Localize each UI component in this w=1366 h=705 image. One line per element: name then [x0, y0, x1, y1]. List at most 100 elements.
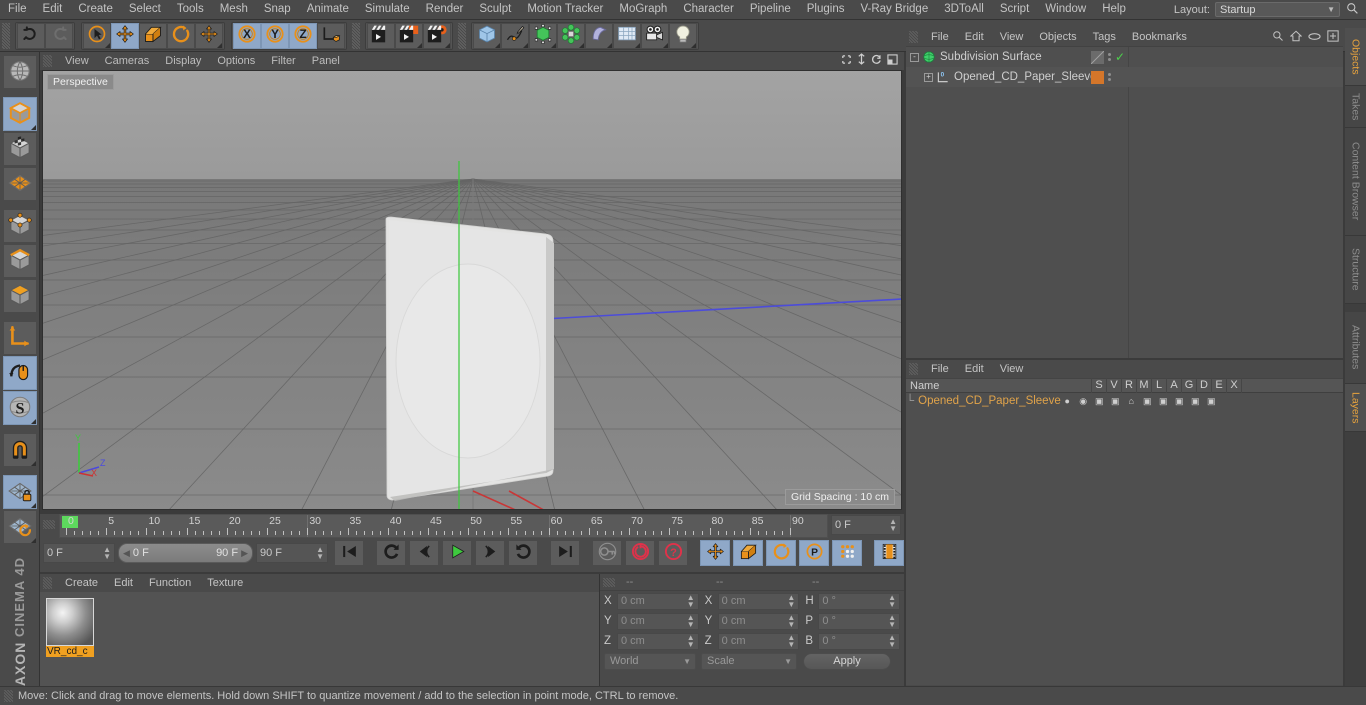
size-x-input[interactable]: 0 cm ▲ ▼	[717, 592, 800, 610]
viewport-menu-items[interactable]: View Cameras Display Options Filter Panel	[57, 52, 348, 70]
spinner-icon[interactable]: ▲ ▼	[687, 594, 695, 609]
points-mode-button[interactable]	[2, 209, 37, 243]
spinner-icon[interactable]: ▲ ▼	[103, 546, 111, 561]
expression-icon[interactable]: ▣	[1189, 396, 1202, 407]
rotation-p-input[interactable]: 0 ° ▲ ▼	[818, 612, 901, 630]
menu-item-animate[interactable]: Animate	[299, 3, 357, 16]
viewport-menu-options[interactable]: Options	[209, 55, 263, 67]
menu-item-snap[interactable]: Snap	[256, 3, 299, 16]
apply-button[interactable]: Apply	[803, 652, 891, 670]
rotate-view-icon[interactable]	[871, 54, 882, 67]
menu-item-plugins[interactable]: Plugins	[799, 3, 853, 16]
add-light-button[interactable]	[669, 22, 697, 49]
xpresso-icon[interactable]: ▣	[1205, 396, 1218, 407]
add-deformer-button[interactable]	[585, 22, 613, 49]
range-left-arrow-icon[interactable]: ◀	[123, 548, 130, 559]
object-name[interactable]: Opened_CD_Paper_Sleeve	[954, 71, 1097, 83]
viewport-3d[interactable]: Perspective Grid Spacing : 10 cm Y Z X	[42, 70, 902, 510]
render-to-picture-viewer-button[interactable]	[395, 22, 423, 49]
max-frame-field[interactable]: 90 F ▲ ▼	[256, 543, 328, 563]
current-frame-field[interactable]: 0 F ▲ ▼	[43, 543, 115, 563]
size-z-input[interactable]: 0 cm ▲ ▼	[717, 632, 800, 650]
undo-button[interactable]	[17, 22, 45, 49]
step-back-button[interactable]	[409, 540, 439, 566]
play-button[interactable]	[442, 540, 472, 566]
viewport-grip[interactable]	[43, 55, 52, 67]
layer-column-s[interactable]: S	[1092, 378, 1107, 393]
go-to-start-button[interactable]	[334, 540, 364, 566]
object-manager-icons[interactable]	[1272, 30, 1339, 45]
spinner-icon[interactable]: ▲ ▼	[687, 634, 695, 649]
menu-item-motion-tracker[interactable]: Motion Tracker	[519, 3, 611, 16]
menu-item-character[interactable]: Character	[675, 3, 742, 16]
material-menu-edit[interactable]: Edit	[106, 577, 141, 589]
object-menu-objects[interactable]: Objects	[1031, 31, 1084, 43]
menu-item-pipeline[interactable]: Pipeline	[742, 3, 799, 16]
workplane-mode-button[interactable]	[2, 167, 37, 201]
redo-button[interactable]	[45, 22, 73, 49]
spinner-icon[interactable]: ▲ ▼	[316, 546, 324, 561]
object-manager-menu-items[interactable]: File Edit View Objects Tags Bookmarks	[923, 28, 1195, 46]
deformer-icon[interactable]: ▣	[1173, 396, 1186, 407]
layer-menu-edit[interactable]: Edit	[957, 363, 992, 375]
visibility-dot[interactable]	[1108, 53, 1111, 56]
menu-item-select[interactable]: Select	[121, 3, 169, 16]
maximize-view-icon[interactable]	[887, 53, 898, 67]
position-x-input[interactable]: 0 cm ▲ ▼	[617, 592, 699, 610]
material-menu-items[interactable]: Create Edit Function Texture	[57, 574, 251, 592]
planar-workplane-button[interactable]	[2, 510, 37, 544]
object-menu-file[interactable]: File	[923, 31, 957, 43]
tab-objects[interactable]: Objects	[1345, 28, 1366, 86]
snap-magnet-button[interactable]	[2, 433, 37, 467]
layer-column-e[interactable]: E	[1212, 378, 1227, 393]
point-level-animation-button[interactable]	[832, 540, 862, 566]
menu-item-edit[interactable]: Edit	[35, 3, 71, 16]
timeline-ruler[interactable]: 0 5 10 15 20 25 30 35 40 45 50 55 60 65 70 75 80 85 90	[59, 514, 828, 538]
object-menu-edit[interactable]: Edit	[957, 31, 992, 43]
lock-z-axis-button[interactable]: Z	[289, 22, 317, 49]
object-manager-grip[interactable]	[909, 31, 918, 43]
move-tool-button[interactable]	[111, 22, 139, 49]
layer-manager-grip[interactable]	[909, 363, 918, 375]
lock-y-axis-button[interactable]: Y	[261, 22, 289, 49]
layer-menu-file[interactable]: File	[923, 363, 957, 375]
object-row[interactable]: +0 Opened_CD_Paper_Sleeve	[906, 67, 1343, 87]
material-grip[interactable]	[43, 577, 52, 589]
status-grip[interactable]	[4, 690, 13, 702]
subdivision-surface-icon[interactable]	[922, 50, 936, 64]
undo-view-button[interactable]	[2, 55, 37, 89]
material-item[interactable]: VR_cd_c	[46, 598, 94, 680]
polygon-object-icon[interactable]: 0	[936, 70, 950, 84]
range-right-arrow-icon[interactable]: ▶	[241, 548, 248, 559]
parameter-key-button[interactable]: P	[799, 540, 829, 566]
material-thumbnail[interactable]	[46, 598, 94, 646]
toolbar-grip[interactable]	[2, 22, 10, 49]
play-backwards-button[interactable]	[376, 540, 406, 566]
position-y-input[interactable]: 0 cm ▲ ▼	[617, 612, 699, 630]
layer-column-g[interactable]: G	[1182, 378, 1197, 393]
coordinates-grip[interactable]	[603, 577, 615, 587]
size-y-input[interactable]: 0 cm ▲ ▼	[717, 612, 800, 630]
render-settings-button[interactable]	[423, 22, 451, 49]
object-tag-swatch[interactable]	[1091, 70, 1104, 84]
menu-item-mograph[interactable]: MoGraph	[611, 3, 675, 16]
autokey-button[interactable]	[625, 540, 655, 566]
spinner-icon[interactable]: ▲ ▼	[787, 614, 795, 629]
menu-item-file[interactable]: File	[0, 3, 35, 16]
world-object-coords-button[interactable]	[317, 22, 345, 49]
layer-manager-menu-items[interactable]: File Edit View	[923, 360, 1031, 378]
solo-dot-icon[interactable]: ●	[1061, 396, 1074, 406]
layer-name[interactable]: Opened_CD_Paper_Sleeve	[918, 395, 1061, 407]
object-row[interactable]: - Subdivision Surface ✓	[906, 47, 1343, 67]
object-menu-bookmarks[interactable]: Bookmarks	[1124, 31, 1195, 43]
coordinate-system-dropdown[interactable]: World ▼	[604, 652, 696, 670]
move-duplicate-button[interactable]	[195, 22, 223, 49]
main-menu-items[interactable]: File Edit Create Select Tools Mesh Snap Animate…	[0, 0, 1134, 19]
search-icon[interactable]	[1346, 2, 1359, 18]
object-axis-mode-button[interactable]	[2, 321, 37, 355]
loop-button[interactable]	[508, 540, 538, 566]
layer-column-a[interactable]: A	[1167, 378, 1182, 393]
layer-row[interactable]: └ Opened_CD_Paper_Sleeve ● ◉ ▣ ▣ ⌂ ▣ ▣ ▣ ▣ ▣	[906, 393, 1343, 409]
add-generator-button[interactable]	[529, 22, 557, 49]
add-cube-button[interactable]	[473, 22, 501, 49]
